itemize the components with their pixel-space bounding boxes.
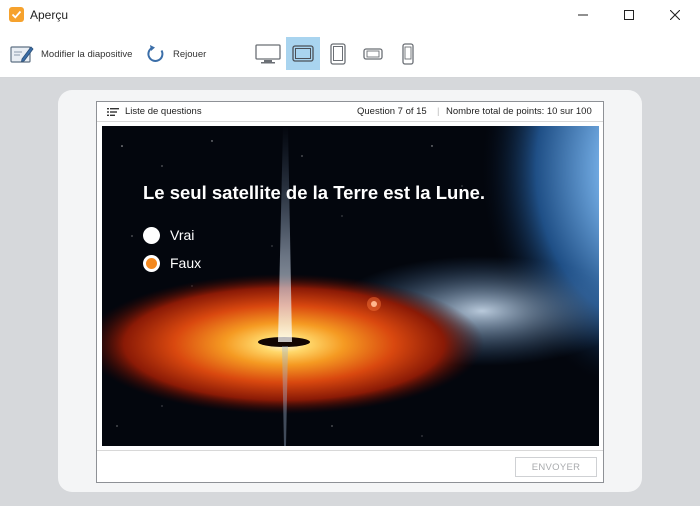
edit-slide-label: Modifier la diapositive xyxy=(41,48,133,60)
radio-true[interactable] xyxy=(143,226,160,244)
window-title: Aperçu xyxy=(30,8,69,22)
desktop-view-button[interactable] xyxy=(251,37,285,70)
slide-header: Liste de questions Question 7 of 15 | No… xyxy=(97,102,603,122)
replay-label: Rejouer xyxy=(173,48,207,60)
close-icon xyxy=(670,10,680,20)
maximize-icon xyxy=(624,10,634,20)
phone-landscape-icon xyxy=(363,47,383,60)
replay-icon xyxy=(147,45,164,62)
slide-content: Le seul satellite de la Terre est la Lun… xyxy=(102,126,599,446)
close-button[interactable] xyxy=(652,0,698,30)
tablet-frame: Liste de questions Question 7 of 15 | No… xyxy=(58,90,642,492)
tablet-landscape-view-button[interactable] xyxy=(286,37,320,70)
edit-slide-icon xyxy=(10,46,34,63)
question-text: Le seul satellite de la Terre est la Lun… xyxy=(143,182,486,203)
option-true[interactable]: Vrai xyxy=(143,226,194,244)
slide-footer: ENVOYER xyxy=(97,450,603,482)
black-hole-image xyxy=(102,126,599,446)
list-icon xyxy=(107,108,119,116)
phone-portrait-view-button[interactable] xyxy=(391,37,425,70)
option-false-label: Faux xyxy=(170,255,202,271)
tablet-portrait-view-button[interactable] xyxy=(321,37,355,70)
tablet-landscape-icon xyxy=(292,45,314,62)
radio-false[interactable] xyxy=(143,254,160,272)
preview-stage: Liste de questions Question 7 of 15 | No… xyxy=(0,78,700,506)
app-check-icon xyxy=(9,7,24,22)
phone-landscape-view-button[interactable] xyxy=(356,37,390,70)
phone-portrait-icon xyxy=(402,42,414,65)
replay-button[interactable]: Rejouer xyxy=(146,42,206,66)
edit-slide-button[interactable]: Modifier la diapositive xyxy=(10,42,132,66)
option-true-label: Vrai xyxy=(170,227,195,243)
minimize-button[interactable] xyxy=(560,0,606,30)
title-bar: Aperçu xyxy=(0,0,700,30)
tablet-portrait-icon xyxy=(330,42,346,65)
desktop-icon xyxy=(255,43,281,63)
option-false[interactable]: Faux xyxy=(143,254,201,272)
submit-button[interactable]: ENVOYER xyxy=(515,457,597,477)
maximize-button[interactable] xyxy=(606,0,652,30)
question-list-label: Liste de questions xyxy=(125,106,202,117)
toolbar: Modifier la diapositive Rejouer xyxy=(0,30,700,78)
points-total: Nombre total de points: 10 sur 100 xyxy=(446,106,592,117)
minimize-icon xyxy=(578,14,588,16)
slide: Liste de questions Question 7 of 15 | No… xyxy=(96,101,604,483)
header-separator: | xyxy=(437,106,440,117)
question-counter: Question 7 of 15 xyxy=(357,106,427,117)
